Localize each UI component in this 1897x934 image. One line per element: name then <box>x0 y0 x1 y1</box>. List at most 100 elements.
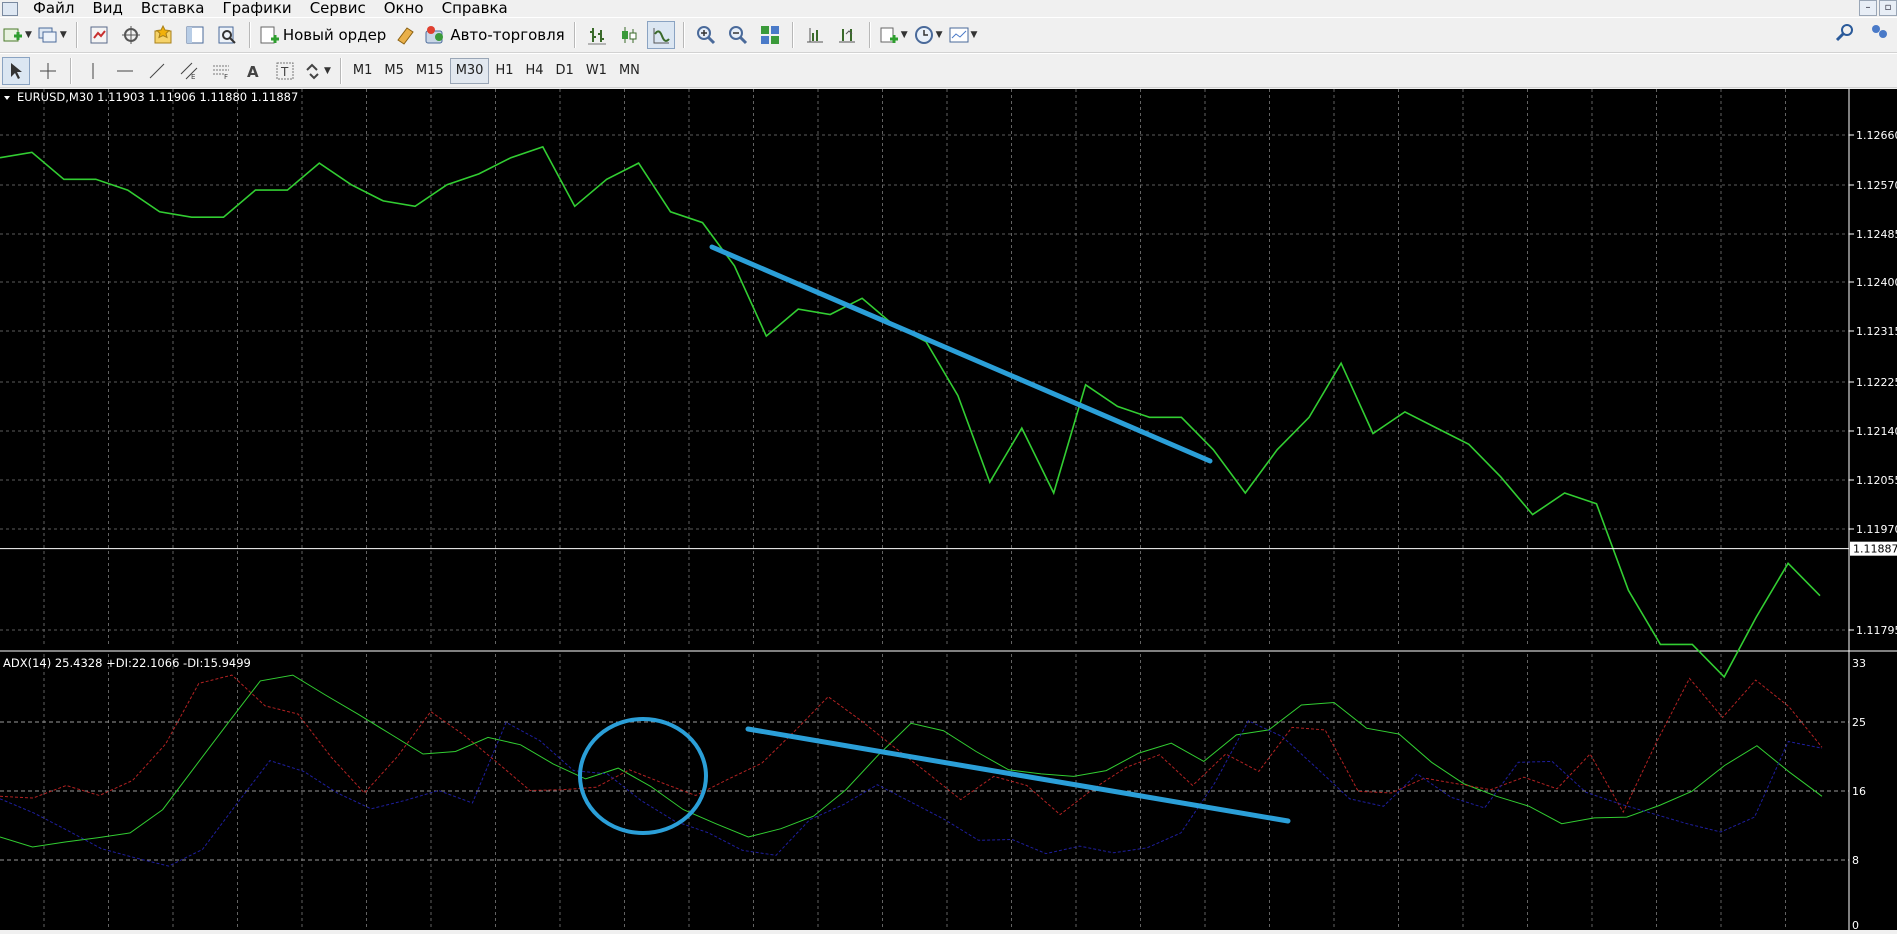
menu-file[interactable]: Файл <box>24 0 83 17</box>
timeframe-m5[interactable]: M5 <box>378 58 410 84</box>
metaeditor-button[interactable] <box>391 21 419 49</box>
tile-windows-button[interactable] <box>756 21 784 49</box>
channel-icon: E <box>180 62 198 80</box>
symbol-menu-arrow-icon[interactable] <box>4 96 10 100</box>
text-label-icon: T <box>276 62 294 79</box>
timeframe-h1[interactable]: H1 <box>489 58 519 84</box>
star-folder-icon <box>154 25 172 44</box>
minus-di-series-line <box>0 720 1823 867</box>
new-chart-icon <box>3 28 22 42</box>
chevron-down-icon[interactable]: ▼ <box>971 30 978 40</box>
window-controls: – ▫ <box>1859 0 1897 16</box>
indicators-button[interactable]: ▼ <box>878 21 909 49</box>
timeframe-mn[interactable]: MN <box>613 58 646 84</box>
text-button[interactable]: A <box>239 57 267 85</box>
toolbar-separator <box>75 22 77 48</box>
new-order-label: Новый ордер <box>282 26 387 44</box>
vertical-line-button[interactable] <box>79 57 107 85</box>
horizontal-line-button[interactable] <box>111 57 139 85</box>
minimize-button[interactable]: – <box>1859 0 1877 16</box>
adx-level-label: 16 <box>1852 785 1866 798</box>
line-chart-icon <box>653 28 670 44</box>
chart-window[interactable]: 1.12660 1.12570 1.12485 1.12400 1.12315 1.122… <box>0 89 1897 932</box>
line-chart-button[interactable] <box>646 21 675 49</box>
search-icon[interactable] <box>1835 22 1855 42</box>
zoom-in-button[interactable] <box>692 21 720 49</box>
chevron-down-icon[interactable]: ▼ <box>324 66 331 76</box>
menu-view[interactable]: Вид <box>83 0 131 17</box>
svg-text:T: T <box>280 65 289 79</box>
zoom-out-button[interactable] <box>724 21 752 49</box>
chart-canvas[interactable]: 1.12660 1.12570 1.12485 1.12400 1.12315 1.122… <box>0 89 1897 932</box>
arrows-button[interactable]: ▼ <box>303 57 332 85</box>
bar-chart-button[interactable] <box>583 21 611 49</box>
favorites-button[interactable] <box>149 21 177 49</box>
vertical-line-icon <box>92 62 94 79</box>
autotrading-icon <box>425 26 444 44</box>
chevron-down-icon[interactable]: ▼ <box>60 30 67 40</box>
toolbar-separator <box>791 22 793 48</box>
menu-bar: Файл Вид Вставка Графики Сервис Окно Спр… <box>0 0 1897 17</box>
candlestick-button[interactable] <box>615 21 643 49</box>
drawing-toolbar: E F A T ▼ M1 M5 M15 M30 H1 H4 D1 W1 MN <box>0 53 1897 88</box>
chart-shift-button[interactable] <box>801 21 829 49</box>
timeframe-m1[interactable]: M1 <box>347 58 379 84</box>
text-icon: A <box>247 63 259 80</box>
autoscroll-button[interactable] <box>833 21 861 49</box>
fibonacci-button[interactable]: F <box>207 57 235 85</box>
equidistant-channel-button[interactable]: E <box>175 57 203 85</box>
restore-button[interactable]: ▫ <box>1879 0 1897 16</box>
templates-button[interactable]: ▼ <box>948 21 979 49</box>
toolbar-separator <box>682 22 684 48</box>
clock-icon <box>914 26 933 44</box>
chart-shift-icon <box>806 28 823 43</box>
annotation-price-trendline <box>709 244 1213 464</box>
chevron-down-icon[interactable]: ▼ <box>901 30 908 40</box>
price-tick-label: 1.12660 <box>1856 129 1897 142</box>
trendline-button[interactable] <box>143 57 171 85</box>
add-indicator-icon <box>880 27 898 43</box>
menu-window[interactable]: Окно <box>375 0 433 17</box>
timeframe-h4[interactable]: H4 <box>520 58 550 84</box>
crosshair-target-icon <box>121 26 140 44</box>
bar-chart-icon <box>587 28 606 45</box>
chevron-down-icon[interactable]: ▼ <box>25 30 32 40</box>
new-chart-button[interactable]: ▼ <box>2 21 33 49</box>
hand-drawn-annotations <box>578 244 1291 835</box>
svg-text:A: A <box>247 63 259 80</box>
fibonacci-icon: F <box>213 65 229 80</box>
profiles-button[interactable]: ▼ <box>37 21 68 49</box>
tile-windows-icon <box>760 26 779 44</box>
data-window-button[interactable] <box>181 21 209 49</box>
timeframe-m30[interactable]: M30 <box>449 57 490 84</box>
menu-tools[interactable]: Сервис <box>301 0 375 17</box>
menu-help[interactable]: Справка <box>433 0 517 17</box>
price-series-line <box>0 145 1821 679</box>
timeframe-w1[interactable]: W1 <box>580 58 613 84</box>
toolbar-separator <box>573 22 575 48</box>
text-label-button[interactable]: T <box>271 57 299 85</box>
navigator-button[interactable] <box>117 21 145 49</box>
autotrading-button[interactable]: Авто-торговля <box>423 21 565 49</box>
menu-insert[interactable]: Вставка <box>132 0 214 17</box>
svg-text:E: E <box>191 73 195 80</box>
cursor-button[interactable] <box>2 56 30 85</box>
market-watch-button[interactable] <box>85 21 113 49</box>
adx-scale: 33 25 16 8 0 <box>1852 657 1866 932</box>
horizontal-line-icon <box>117 70 133 71</box>
menu-charts[interactable]: Графики <box>213 0 300 17</box>
data-window-icon <box>186 26 204 44</box>
periods-button[interactable]: ▼ <box>913 21 944 49</box>
main-toolbar: ▼ ▼ Новый ордер Авто-торговля ▼ ▼ ▼ <box>0 17 1897 53</box>
adx-level-label: 33 <box>1852 657 1866 670</box>
crosshair-button[interactable] <box>34 57 62 85</box>
chevron-down-icon[interactable]: ▼ <box>936 30 943 40</box>
annotation-circle <box>578 717 708 835</box>
main-chart-header: EURUSD,M30 1.11903 1.11906 1.11880 1.118… <box>17 90 298 104</box>
timeframe-d1[interactable]: D1 <box>550 58 580 84</box>
toolbar-separator <box>70 57 71 84</box>
strategy-tester-button[interactable] <box>213 21 241 49</box>
timeframe-m15[interactable]: M15 <box>410 58 450 84</box>
new-order-button[interactable]: Новый ордер <box>258 21 387 49</box>
community-icon[interactable] <box>1869 22 1889 42</box>
